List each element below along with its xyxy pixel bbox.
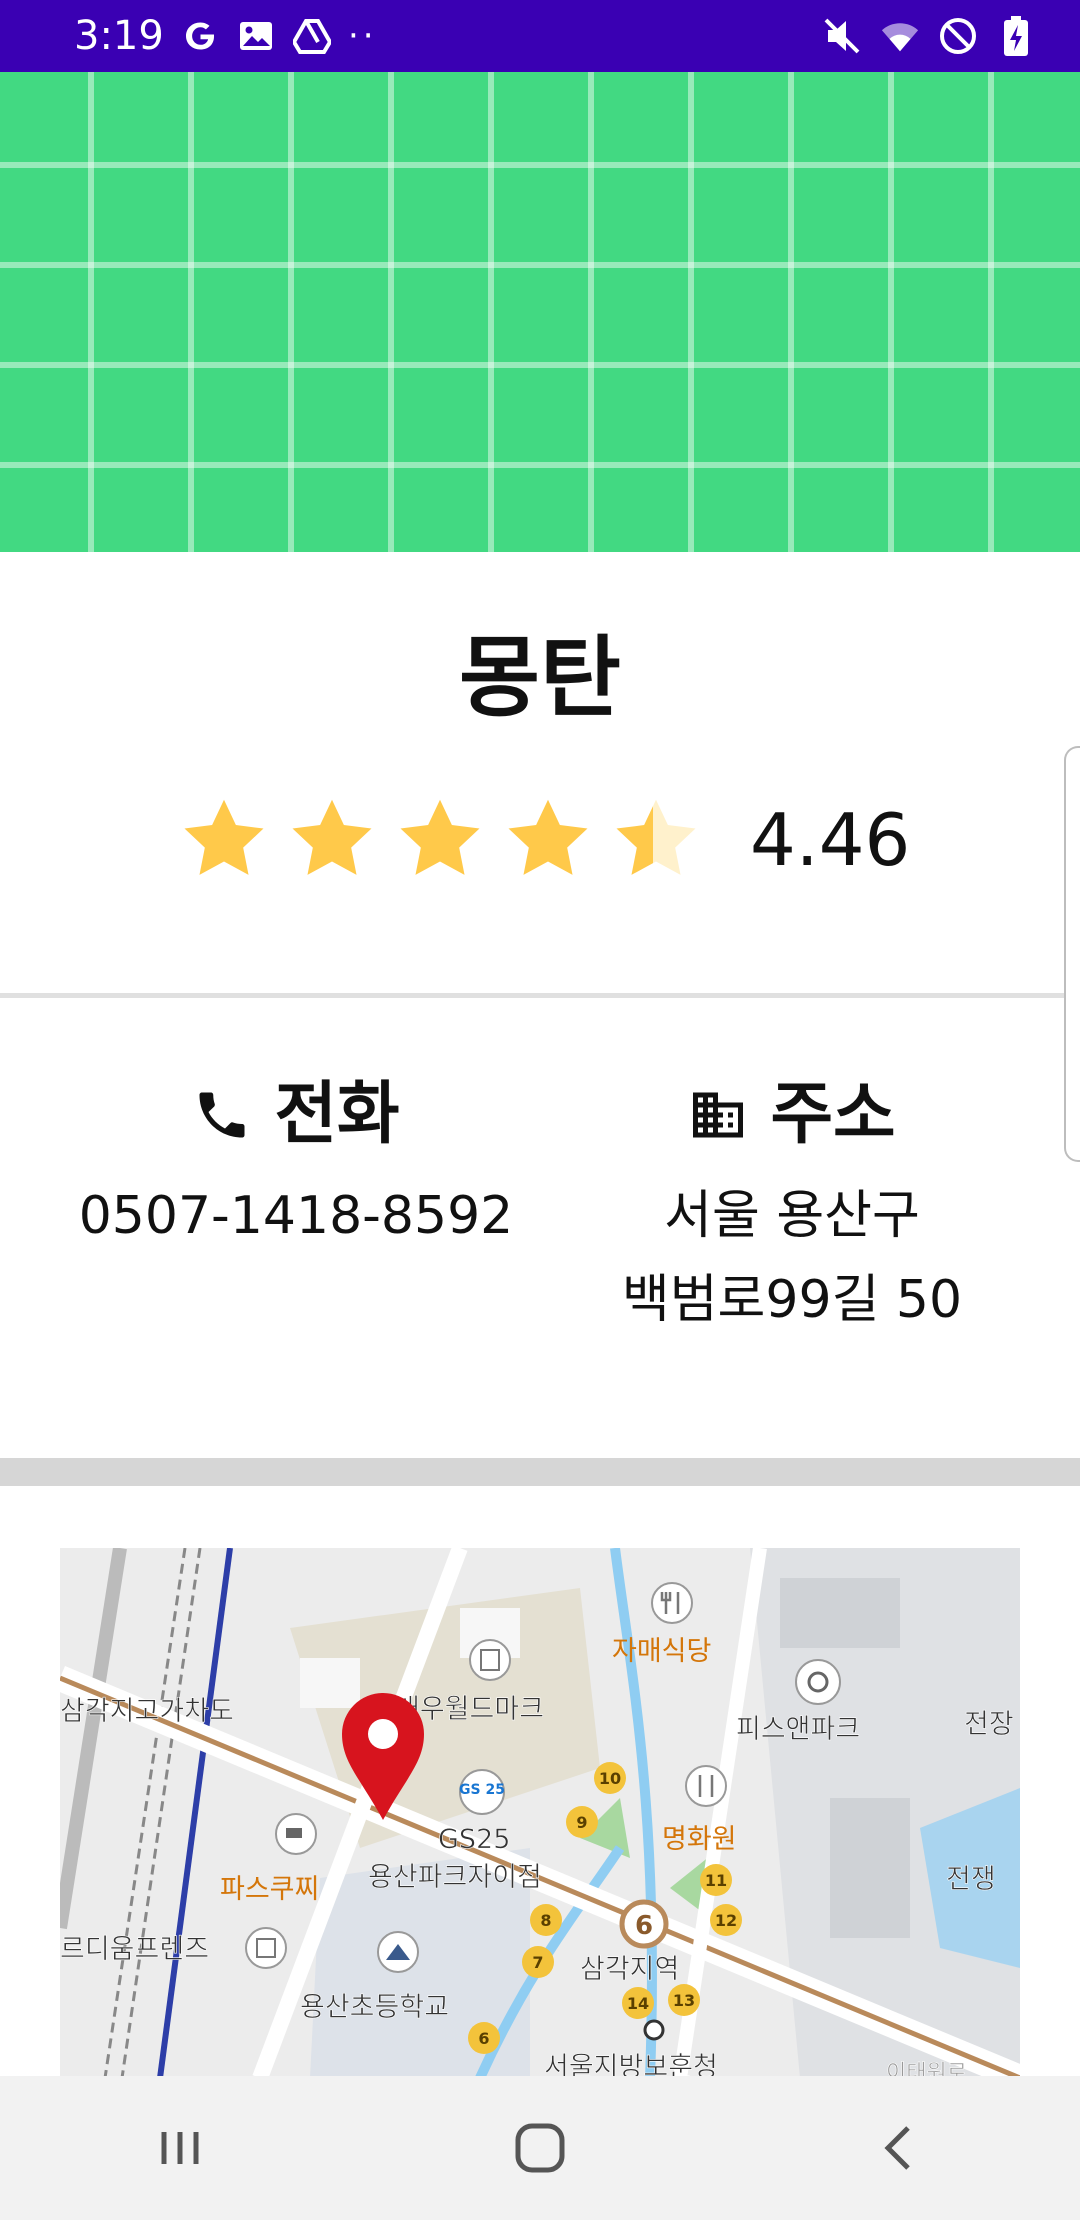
map-label-myeonghwawon: 명화원 (662, 1824, 737, 1855)
image-icon (236, 16, 276, 56)
battery-charging-icon (996, 16, 1036, 56)
map-label-deum: 르디움프렌즈 (60, 1934, 209, 1965)
section-divider (0, 1458, 1080, 1486)
map-label-paris: 파스쿠찌 (220, 1874, 319, 1905)
exit-badge: 14 (627, 1994, 649, 2013)
exit-badge: 7 (532, 1953, 543, 1972)
star-icon (292, 799, 372, 875)
hero-banner (0, 72, 1080, 552)
restaurant-name: 몽탄 (459, 626, 621, 729)
address-line-2: 백범로99길 50 (621, 1270, 963, 1330)
exit-badge: 9 (576, 1813, 587, 1832)
star-icon (508, 799, 588, 875)
divider (0, 993, 1080, 998)
navigation-bar (0, 2076, 1080, 2220)
building-poi-icon-2 (245, 1927, 287, 1969)
cafe-poi-icon (275, 1813, 317, 1855)
back-icon (884, 2126, 910, 2170)
rating-stars (178, 794, 702, 886)
status-bar: 3:19 ·· (0, 0, 1080, 72)
phone-number[interactable]: 0507-1418-8592 (56, 1174, 536, 1258)
address-text: 서울 용산구 백범로99길 50 (552, 1174, 1032, 1342)
more-notifications: ·· (348, 16, 378, 56)
building-poi-icon (469, 1639, 511, 1681)
exit-badge: 8 (540, 1911, 551, 1930)
gs25-badge-text: GS 25 (459, 1782, 505, 1798)
star-icon (184, 799, 264, 875)
map-canvas: 자매식당 파스쿠찌 명화원 대우월드마크 삼각지고가차도 피스앤파크 전장 GS… (60, 1548, 1020, 2078)
map-label-gs25: GS25 (438, 1824, 510, 1855)
rating-value: 4.46 (750, 798, 911, 882)
half-star-icon (616, 799, 696, 875)
address-line-1: 서울 용산구 (664, 1186, 920, 1246)
exit-badge: 10 (599, 1769, 621, 1788)
school-poi-icon (377, 1931, 419, 1973)
exit-badge: 11 (705, 1871, 727, 1890)
wifi-icon (880, 16, 920, 56)
map-label-yongsan-park: 용산파크자이점 (368, 1862, 542, 1893)
map-label-jamae: 자매식당 (612, 1636, 711, 1667)
address-label: 주소 (770, 1075, 896, 1154)
address-section[interactable]: 주소 서울 용산구 백범로99길 50 (552, 1070, 1032, 1342)
phone-label: 전화 (274, 1075, 400, 1154)
exit-badge: 12 (715, 1911, 737, 1930)
home-icon (515, 2123, 565, 2173)
address-header: 주소 (552, 1070, 1032, 1160)
star-icon (400, 799, 480, 875)
map-label-samgakji: 삼각지역 (580, 1954, 679, 1985)
status-time: 3:19 (74, 13, 164, 59)
mute-icon (822, 16, 862, 56)
back-button[interactable] (850, 2098, 950, 2198)
phone-header: 전화 (56, 1070, 536, 1160)
restaurant-poi-icon (651, 1582, 693, 1624)
google-icon (180, 16, 220, 56)
status-left-icons: ·· (180, 14, 378, 58)
edge-panel-handle[interactable] (1064, 746, 1080, 1162)
park-poi-icon (795, 1659, 841, 1705)
map-view[interactable]: 자매식당 파스쿠찌 명화원 대우월드마크 삼각지고가차도 피스앤파크 전장 GS… (60, 1548, 1020, 2078)
restaurant-poi-icon-2 (685, 1765, 727, 1807)
do-not-disturb-icon (938, 16, 978, 56)
gs25-store-icon: GS 25 (459, 1769, 505, 1815)
status-right-icons (822, 14, 1036, 58)
drive-icon (292, 16, 332, 56)
map-label-overpass: 삼각지고가차도 (60, 1696, 234, 1727)
recents-button[interactable] (130, 2098, 230, 2198)
map-label-school: 용산초등학교 (300, 1992, 449, 2023)
exit-badge: 13 (673, 1991, 695, 2010)
exit-badge: 6 (478, 2029, 489, 2048)
phone-icon (199, 1092, 245, 1138)
rating-row: 4.46 (178, 790, 938, 890)
recents-icon (161, 2132, 199, 2164)
map-label-peace-park: 피스앤파크 (736, 1714, 860, 1745)
transit-stop-icon (643, 2019, 665, 2041)
map-label-jeonjaeng: 전쟁 (946, 1864, 996, 1895)
map-label-jeonjang: 전장 (964, 1709, 1014, 1740)
building-icon (693, 1092, 744, 1138)
subway-line-number: 6 (635, 1911, 653, 1941)
subway-station-icon: 6 (619, 1899, 669, 1949)
map-label-court: 서울지방보훈청 (544, 2052, 718, 2078)
home-button[interactable] (490, 2098, 590, 2198)
phone-section[interactable]: 전화 0507-1418-8592 (56, 1070, 536, 1258)
